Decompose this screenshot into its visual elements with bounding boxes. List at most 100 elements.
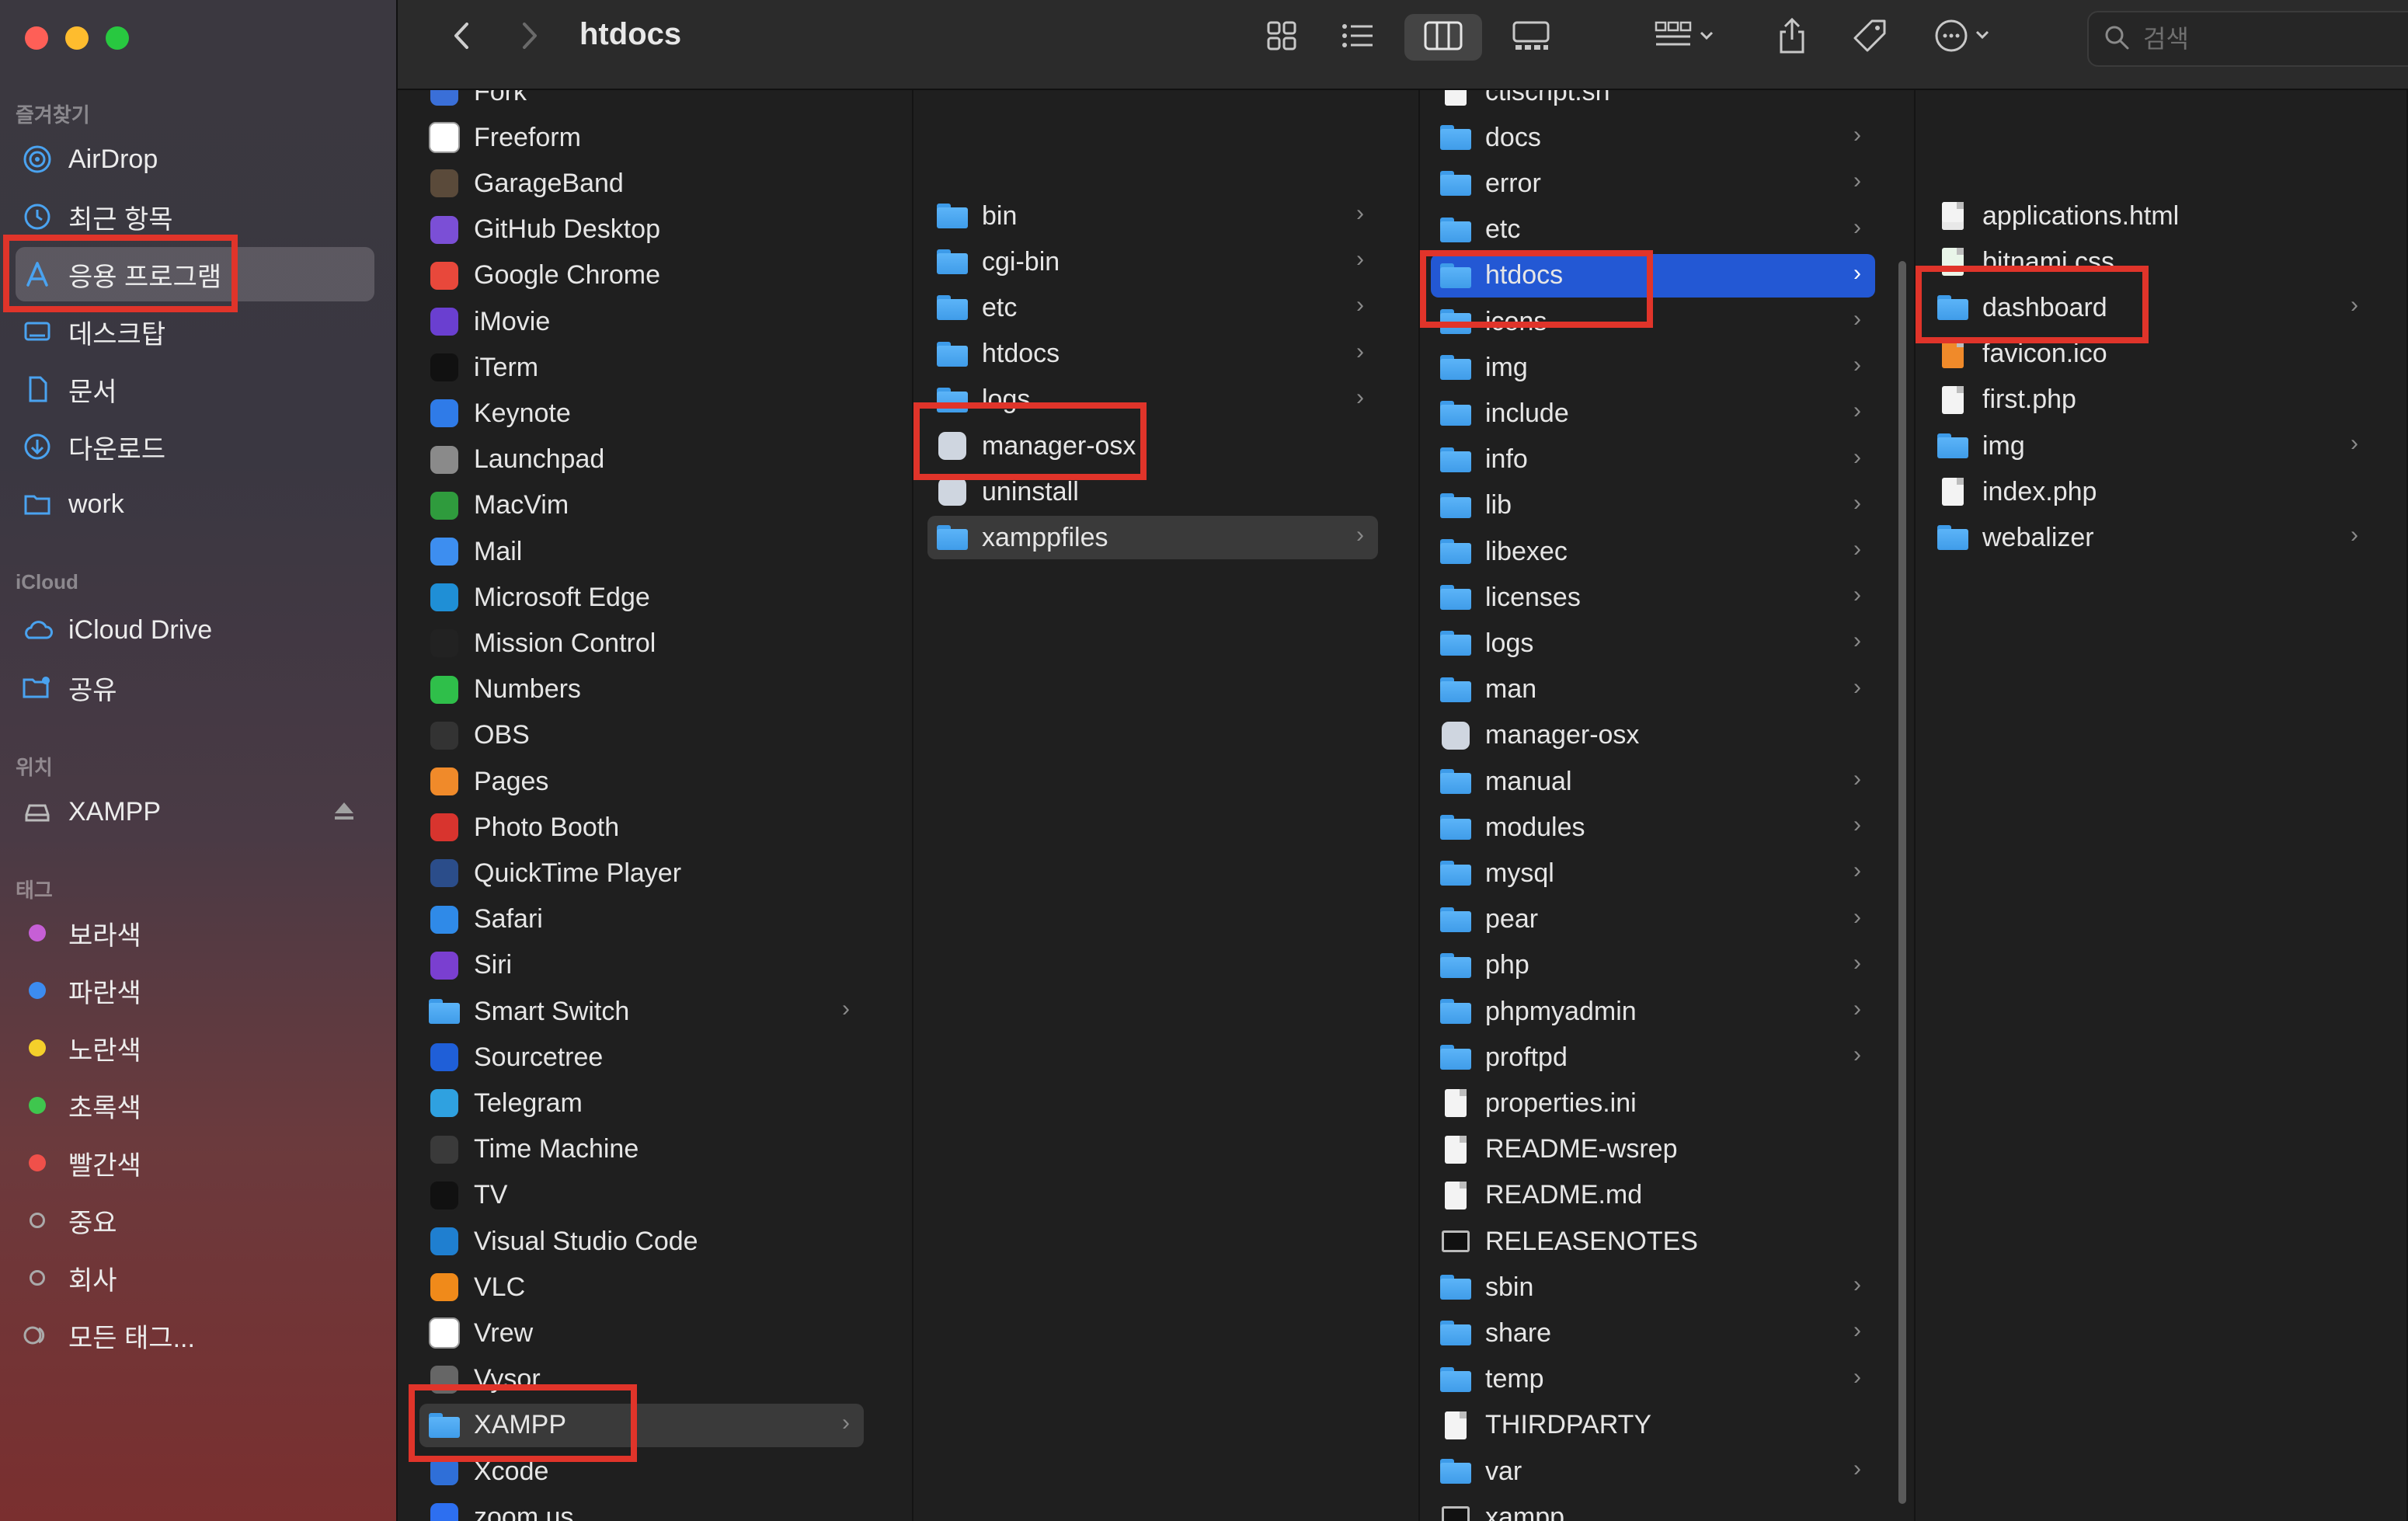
- folder-item-webalizer[interactable]: webalizer ›: [1928, 516, 2372, 559]
- folder-item-xampp[interactable]: XAMPP ›: [419, 1403, 864, 1447]
- sidebar-item-applications[interactable]: 응용 프로그램: [16, 247, 374, 301]
- file-item-garageband[interactable]: GarageBand: [419, 162, 864, 205]
- sidebar-item-icloud-drive[interactable]: iCloud Drive: [16, 603, 374, 657]
- folder-item-proftpd[interactable]: proftpd ›: [1431, 1035, 1875, 1079]
- file-item-vysor[interactable]: Vysor: [419, 1358, 864, 1401]
- more-actions-button[interactable]: [1922, 14, 2007, 61]
- close-window-button[interactable]: [25, 26, 48, 50]
- file-item-readme-wsrep[interactable]: README-wsrep: [1431, 1128, 1875, 1171]
- file-item-obs[interactable]: OBS: [419, 714, 864, 757]
- forward-button[interactable]: [506, 14, 553, 61]
- folder-item-bin[interactable]: bin ›: [927, 194, 1378, 238]
- file-item-vlc[interactable]: VLC: [419, 1265, 864, 1309]
- folder-item-manual[interactable]: manual ›: [1431, 760, 1875, 803]
- file-item-github-desktop[interactable]: GitHub Desktop: [419, 208, 864, 252]
- folder-item-img[interactable]: img ›: [1431, 346, 1875, 389]
- file-item-ctlscript-sh[interactable]: ctlscript.sh: [1431, 90, 1875, 113]
- gallery-view-button[interactable]: [1496, 14, 1566, 61]
- file-item-photo-booth[interactable]: Photo Booth: [419, 806, 864, 849]
- zoom-window-button[interactable]: [106, 26, 129, 50]
- folder-item-etc[interactable]: etc ›: [1431, 208, 1875, 252]
- sidebar-item-recents[interactable]: 최근 항목: [16, 190, 374, 244]
- file-item-telegram[interactable]: Telegram: [419, 1081, 864, 1125]
- sidebar-tag-red[interactable]: 빨간색: [16, 1136, 374, 1190]
- search-input[interactable]: [2142, 23, 2378, 54]
- folder-item-include[interactable]: include ›: [1431, 392, 1875, 435]
- sidebar-item-work[interactable]: work: [16, 477, 374, 531]
- vertical-scrollbar[interactable]: [1898, 261, 1906, 1504]
- folder-item-modules[interactable]: modules ›: [1431, 806, 1875, 849]
- folder-item-sbin[interactable]: sbin ›: [1431, 1265, 1875, 1309]
- folder-item-libexec[interactable]: libexec ›: [1431, 530, 1875, 573]
- icon-view-button[interactable]: [1251, 14, 1313, 61]
- file-item-time-machine[interactable]: Time Machine: [419, 1128, 864, 1171]
- folder-item-img[interactable]: img ›: [1928, 424, 2372, 468]
- folder-item-share[interactable]: share ›: [1431, 1311, 1875, 1355]
- folder-item-temp[interactable]: temp ›: [1431, 1358, 1875, 1401]
- folder-item-logs[interactable]: logs ›: [1431, 621, 1875, 665]
- folder-item-htdocs[interactable]: htdocs ›: [927, 332, 1378, 376]
- file-item-zoom-us[interactable]: zoom.us: [419, 1495, 864, 1521]
- file-item-xampp[interactable]: xampp: [1431, 1495, 1875, 1521]
- tag-button[interactable]: [1843, 14, 1897, 61]
- file-item-macvim[interactable]: MacVim: [419, 484, 864, 527]
- file-item-launchpad[interactable]: Launchpad: [419, 438, 864, 482]
- file-item-tv[interactable]: TV: [419, 1174, 864, 1217]
- folder-item-licenses[interactable]: licenses ›: [1431, 576, 1875, 619]
- file-item-mail[interactable]: Mail: [419, 530, 864, 573]
- file-item-first-php[interactable]: first.php: [1928, 378, 2372, 422]
- file-item-manager-osx[interactable]: manager-osx: [1431, 714, 1875, 757]
- folder-item-dashboard[interactable]: dashboard ›: [1928, 286, 2372, 329]
- file-item-freeform[interactable]: Freeform: [419, 116, 864, 159]
- folder-item-xamppfiles[interactable]: xamppfiles ›: [927, 516, 1378, 560]
- file-item-iterm[interactable]: iTerm: [419, 346, 864, 389]
- minimize-window-button[interactable]: [65, 26, 89, 50]
- sidebar-tag-all[interactable]: 모든 태그...: [16, 1308, 374, 1363]
- file-item-microsoft-edge[interactable]: Microsoft Edge: [419, 576, 864, 619]
- file-item-manager-osx[interactable]: manager-osx: [927, 424, 1378, 468]
- folder-item-logs[interactable]: logs ›: [927, 378, 1378, 422]
- folder-item-mysql[interactable]: mysql ›: [1431, 851, 1875, 895]
- eject-icon[interactable]: [332, 800, 356, 826]
- file-item-numbers[interactable]: Numbers: [419, 668, 864, 712]
- folder-item-etc[interactable]: etc ›: [927, 286, 1378, 329]
- folder-item-lib[interactable]: lib ›: [1431, 484, 1875, 527]
- sidebar-item-desktop[interactable]: 데스크탑: [16, 305, 374, 359]
- file-item-visual-studio-code[interactable]: Visual Studio Code: [419, 1220, 864, 1263]
- file-item-pages[interactable]: Pages: [419, 760, 864, 803]
- sidebar-item-shared[interactable]: 공유: [16, 660, 374, 715]
- file-item-quicktime-player[interactable]: QuickTime Player: [419, 851, 864, 895]
- file-item-readme-md[interactable]: README.md: [1431, 1174, 1875, 1217]
- sidebar-tag-company[interactable]: 회사: [16, 1251, 374, 1305]
- folder-item-htdocs[interactable]: htdocs ›: [1431, 253, 1875, 298]
- folder-item-var[interactable]: var ›: [1431, 1450, 1875, 1493]
- file-item-mission-control[interactable]: Mission Control: [419, 621, 864, 665]
- sidebar-tag-blue[interactable]: 파란색: [16, 963, 374, 1018]
- folder-item-smart-switch[interactable]: Smart Switch ›: [419, 990, 864, 1033]
- file-item-fork[interactable]: Fork: [419, 90, 864, 113]
- file-item-vrew[interactable]: Vrew: [419, 1311, 864, 1355]
- file-item-google-chrome[interactable]: Google Chrome: [419, 254, 864, 298]
- back-button[interactable]: [438, 14, 485, 61]
- folder-item-error[interactable]: error ›: [1431, 162, 1875, 205]
- file-item-keynote[interactable]: Keynote: [419, 392, 864, 435]
- sidebar-item-documents[interactable]: 문서: [16, 362, 374, 416]
- search-field[interactable]: [2087, 11, 2408, 67]
- sidebar-item-xampp-volume[interactable]: XAMPP: [16, 785, 374, 839]
- file-item-thirdparty[interactable]: THIRDPARTY: [1431, 1404, 1875, 1447]
- folder-item-phpmyadmin[interactable]: phpmyadmin ›: [1431, 990, 1875, 1033]
- file-item-index-php[interactable]: index.php: [1928, 470, 2372, 513]
- file-item-safari[interactable]: Safari: [419, 898, 864, 941]
- folder-item-man[interactable]: man ›: [1431, 668, 1875, 712]
- file-item-imovie[interactable]: iMovie: [419, 300, 864, 343]
- group-button[interactable]: [1639, 14, 1732, 61]
- folder-item-pear[interactable]: pear ›: [1431, 898, 1875, 941]
- sidebar-tag-green[interactable]: 초록색: [16, 1078, 374, 1133]
- file-item-uninstall[interactable]: uninstall: [927, 470, 1378, 513]
- list-view-button[interactable]: [1327, 14, 1389, 61]
- file-item-applications-html[interactable]: applications.html: [1928, 194, 2372, 238]
- folder-item-php[interactable]: php ›: [1431, 944, 1875, 987]
- folder-item-cgi-bin[interactable]: cgi-bin ›: [927, 240, 1378, 284]
- folder-item-info[interactable]: info ›: [1431, 438, 1875, 482]
- file-item-siri[interactable]: Siri: [419, 944, 864, 987]
